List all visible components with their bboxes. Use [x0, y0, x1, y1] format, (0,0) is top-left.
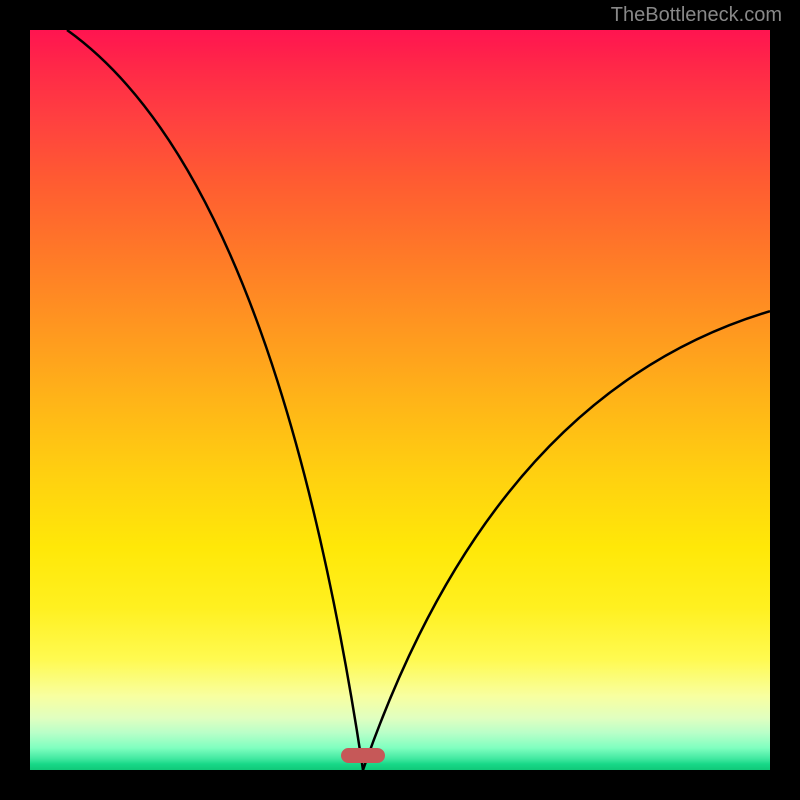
- bottleneck-curve: [30, 30, 770, 770]
- optimal-point-marker: [341, 748, 385, 763]
- curve-right-branch: [363, 311, 770, 770]
- curve-left-branch: [67, 30, 363, 770]
- chart-plot-area: [30, 30, 770, 770]
- watermark-text: TheBottleneck.com: [611, 4, 782, 27]
